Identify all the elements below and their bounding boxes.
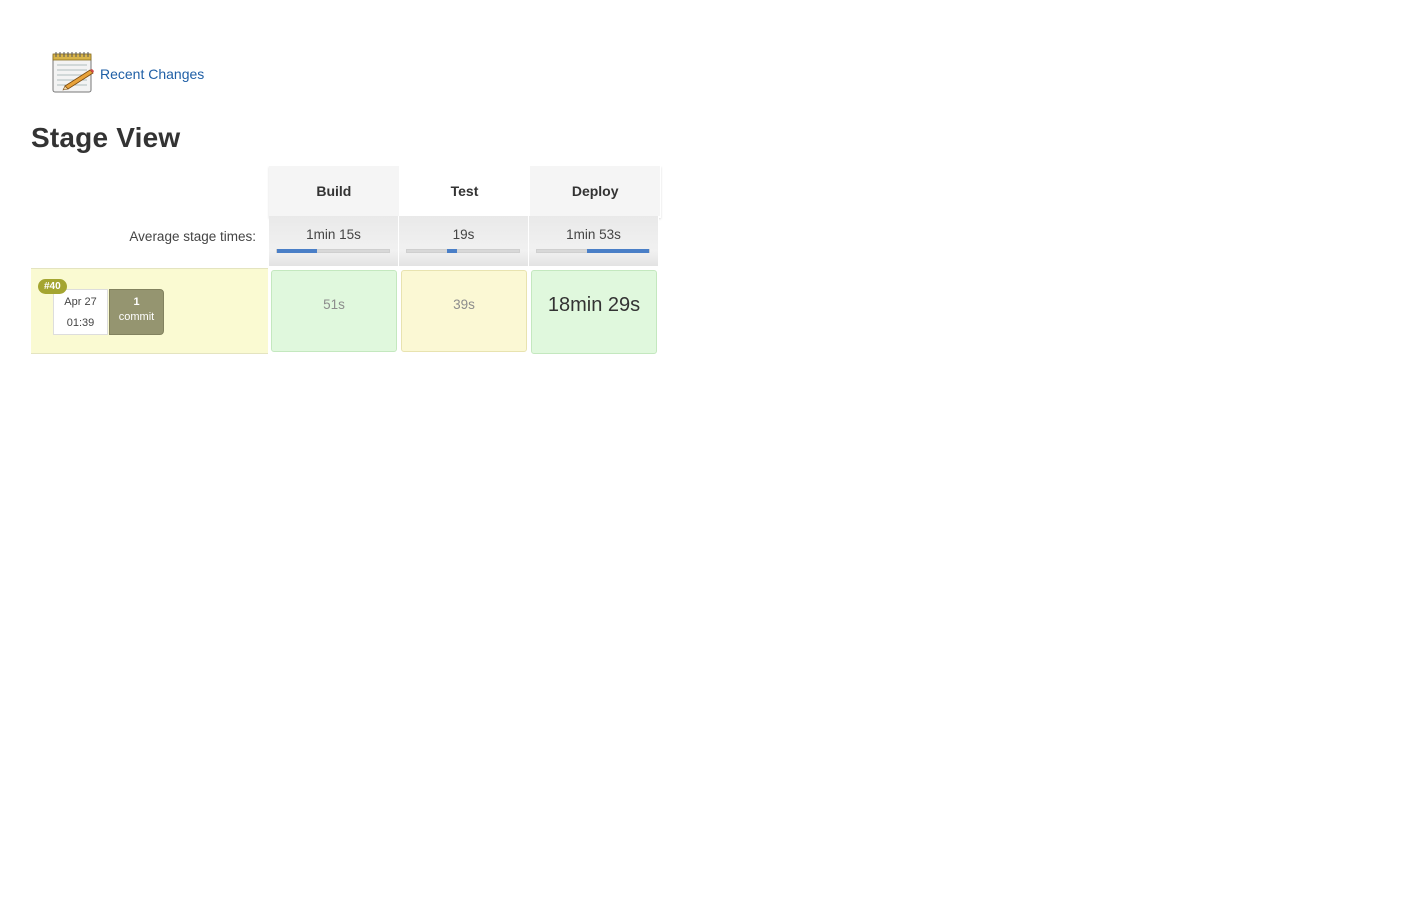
stage-cell-build[interactable]: 51s — [271, 270, 397, 352]
avg-progress-bar-test — [406, 249, 520, 253]
build-time: 01:39 — [66, 317, 95, 329]
jenkins-job-page: Recent Changes Stage View Build Test Dep… — [0, 0, 1402, 903]
avg-progress-fill-test — [447, 249, 458, 253]
stage-cell-test[interactable]: 39s — [401, 270, 527, 352]
stage-cells: 51s 39s 18min 29s — [271, 270, 657, 354]
stage-header-test: Test — [399, 166, 531, 216]
avg-cell-build: 1min 15s — [269, 216, 399, 266]
commit-label: commit — [118, 311, 155, 323]
build-info: #40 Apr 27 01:39 1 commit — [31, 268, 268, 354]
notepad-icon[interactable] — [50, 50, 94, 94]
stage-cell-deploy[interactable]: 18min 29s — [531, 270, 657, 354]
average-stage-times-label: Average stage times: — [129, 229, 256, 244]
page-title: Stage View — [31, 122, 181, 153]
recent-changes[interactable]: Recent Changes — [50, 50, 204, 94]
build-timestamp: Apr 27 01:39 — [53, 289, 108, 335]
build-number-badge[interactable]: #40 — [38, 279, 67, 294]
build-date: Apr 27 — [64, 296, 97, 308]
avg-cell-test: 19s — [399, 216, 529, 266]
commit-count: 1 — [133, 296, 140, 308]
commits-button[interactable]: 1 commit — [109, 289, 164, 335]
avg-progress-fill-deploy — [587, 249, 649, 253]
avg-time-deploy: 1min 53s — [566, 227, 621, 242]
avg-progress-fill-build — [277, 249, 318, 253]
avg-time-test: 19s — [452, 227, 475, 242]
avg-progress-bar-build — [276, 249, 390, 253]
stage-header-deploy: Deploy — [530, 166, 662, 216]
stage-header-row: Build Test Deploy — [269, 166, 662, 218]
stage-view-table: Build Test Deploy Average stage times: 1… — [31, 166, 663, 358]
avg-progress-bar-deploy — [536, 249, 650, 253]
stage-header-build: Build — [269, 166, 400, 216]
avg-time-build: 1min 15s — [306, 227, 361, 242]
build-row: #40 Apr 27 01:39 1 commit 51s 39s 18min … — [31, 268, 663, 358]
average-times-row: 1min 15s 19s 1min 53s — [269, 216, 661, 266]
avg-cell-deploy: 1min 53s — [529, 216, 659, 266]
recent-changes-link[interactable]: Recent Changes — [100, 66, 204, 82]
